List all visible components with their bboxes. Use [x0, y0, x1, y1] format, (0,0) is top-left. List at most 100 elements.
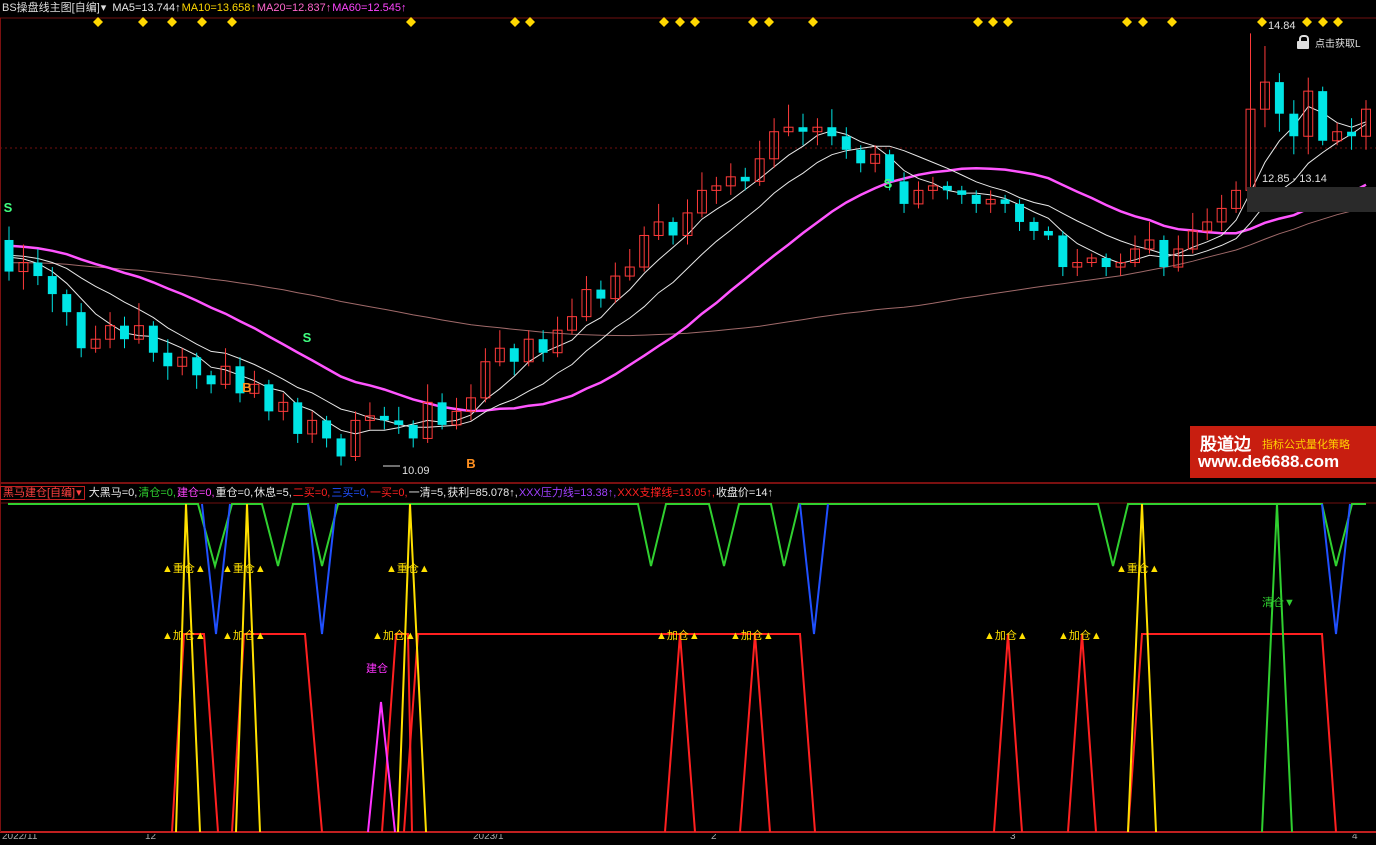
candle-body: [841, 136, 851, 150]
date-axis-label: 12: [145, 834, 157, 842]
watermark-banner: 股道边 指标公式量化策略 www.de6688.com: [1190, 426, 1376, 478]
candle-body: [1159, 239, 1169, 268]
candle-body: [336, 438, 346, 457]
ma-value: MA60=12.545↑: [332, 2, 407, 14]
candle-body: [740, 176, 750, 182]
indicator-header: 黑马建仓[自编]▾ 大黑马=0,清仓=0,建仓=0,重仓=0,休息=5,二买=0…: [0, 485, 775, 501]
main-indicator-selector[interactable]: BS操盘线主图[自编]▾: [0, 2, 108, 14]
buy-line: [231, 633, 323, 833]
buy-marker: B: [466, 456, 475, 471]
candle-body: [798, 127, 808, 132]
sell3-line: [799, 503, 829, 635]
add-label: ▲加仓▲: [1058, 628, 1102, 642]
watermark-site: www.de6688.com: [1198, 452, 1340, 471]
sub-indicator-selector[interactable]: 黑马建仓[自编]▾: [0, 486, 85, 500]
candle-body: [1101, 258, 1111, 268]
candle-body: [264, 384, 274, 412]
heavy-label: ▲重仓▲: [222, 561, 266, 575]
candle-body: [1043, 230, 1053, 236]
indicator-value: XXX支撑线=13.05↑,: [617, 487, 715, 499]
candle-body: [408, 424, 418, 439]
indicator-value: 清仓=0,: [138, 487, 176, 499]
candle-body: [1318, 91, 1328, 141]
indicator-value: 收盘价=14↑: [715, 487, 774, 499]
candle-body: [33, 262, 43, 277]
buy-marker: B: [242, 380, 251, 395]
indicator-value: 重仓=0,: [215, 487, 254, 499]
chart-canvas[interactable]: S S S B B ▲重仓▲ ▲重仓▲ ▲重仓▲ ▲重仓▲ ▲加仓▲ ▲加仓▲ ▲加仓▲ ▲加仓▲ ▲加仓…: [0, 0, 1376, 842]
date-axis-label: 2023/1: [473, 834, 504, 842]
candle-body: [120, 325, 129, 340]
candle-body: [62, 294, 72, 313]
unlock-text: 点击获取L: [1315, 38, 1361, 50]
add-label: ▲加仓▲: [984, 628, 1028, 642]
candle-body: [148, 325, 158, 353]
candle-body: [899, 181, 909, 204]
candle-body: [856, 149, 866, 164]
main-chart-header: BS操盘线主图[自编]▾ MA5=13.744↑MA10=13.658↑MA20…: [0, 0, 409, 16]
candle-body: [322, 420, 332, 439]
candle-body: [163, 352, 173, 367]
add-label: ▲加仓▲: [222, 628, 266, 642]
candle-body: [1000, 199, 1010, 204]
sell-marker: S: [884, 176, 893, 191]
candle-body: [827, 127, 837, 137]
ma-value: MA10=13.658↑: [181, 2, 256, 14]
candle-body: [1029, 221, 1039, 231]
clear-line: [1261, 503, 1293, 833]
candle-body: [206, 375, 216, 385]
high-price-label: 14.84: [1268, 20, 1296, 32]
candle-body: [437, 402, 447, 425]
ma5-line: [8, 105, 1367, 435]
pane-separator[interactable]: [0, 482, 1376, 484]
buy-line: [1127, 633, 1337, 833]
build-line: [367, 701, 396, 833]
candle-body: [1347, 131, 1357, 137]
indicator-value: 一买=0,: [369, 487, 408, 499]
candle-body: [379, 415, 389, 421]
candle-body: [942, 185, 952, 191]
candle-body: [47, 276, 57, 295]
indicator-value: 获利=85.078↑,: [447, 487, 518, 499]
lock-icon: [1297, 35, 1309, 49]
candle-body: [4, 239, 14, 272]
candle-body: [668, 221, 678, 236]
add-label: ▲加仓▲: [162, 628, 206, 642]
indicator-values: 大黑马=0,清仓=0,建仓=0,重仓=0,休息=5,二买=0,三买=0,一买=0…: [89, 487, 774, 499]
indicator-value: 建仓=0,: [176, 487, 215, 499]
candle-body: [394, 420, 404, 425]
buy-line: [993, 633, 1023, 833]
candle-body: [293, 402, 303, 434]
candle-body: [538, 339, 548, 353]
heavy-line: [235, 503, 261, 833]
clear-label: 清仓▼: [1262, 595, 1295, 609]
candle-body: [1289, 113, 1299, 137]
add-label: ▲加仓▲: [730, 628, 774, 642]
heavy-label: ▲重仓▲: [386, 561, 430, 575]
sell-marker: S: [303, 330, 312, 345]
indicator-value: XXX压力线=13.38↑,: [518, 487, 617, 499]
indicator-value: 二买=0,: [292, 487, 331, 499]
indicator-value: 大黑马=0,: [88, 487, 138, 499]
sell-marker: S: [4, 200, 13, 215]
clear-signal-line: [8, 503, 1366, 570]
ma-values: MA5=13.744↑MA10=13.658↑MA20=12.837↑MA60=…: [112, 2, 407, 14]
date-axis-label: 4: [1352, 834, 1358, 842]
buy-line: [739, 633, 771, 833]
candle-body: [192, 357, 202, 376]
stock-chart-window[interactable]: S S S B B ▲重仓▲ ▲重仓▲ ▲重仓▲ ▲重仓▲ ▲加仓▲ ▲加仓▲ ▲加仓▲ ▲加仓▲ ▲加仓…: [0, 0, 1376, 842]
quote-range: 12.85 - 13.14: [1262, 173, 1327, 185]
build-label: 建仓: [366, 661, 388, 675]
indicator-value: 三买=0,: [331, 487, 369, 499]
date-axis-label: 3: [1010, 834, 1016, 842]
date-axis: 2022/11 12 2023/1 2 3 4: [0, 834, 1376, 842]
heavy-line: [175, 503, 201, 833]
quote-tooltip: [1247, 187, 1376, 212]
add-label: ▲加仓▲: [372, 628, 416, 642]
candle-body: [509, 348, 519, 362]
indicator-value: 休息=5,: [254, 487, 292, 499]
candle-body: [1058, 235, 1068, 268]
ma-value: MA20=12.837↑: [256, 2, 332, 14]
unlock-link[interactable]: 点击获取L: [1297, 34, 1361, 50]
candle-body: [971, 194, 981, 204]
